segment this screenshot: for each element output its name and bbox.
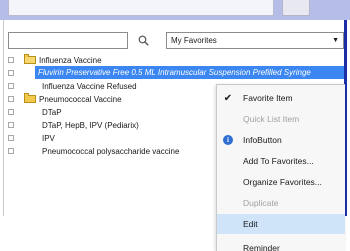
menu-item-duplicate[interactable]: Duplicate	[217, 193, 345, 213]
header-band	[0, 0, 350, 20]
chevron-down-icon: ▼	[332, 37, 339, 44]
tree-item-pneumo-polysaccharide[interactable]: Pneumococcal polysaccharide vaccine	[8, 145, 179, 157]
menu-item-add-to-favorites[interactable]: Add To Favorites...	[217, 151, 345, 171]
search-icon	[138, 35, 149, 46]
tree-row-checkbox-wrap	[8, 67, 24, 79]
top-button[interactable]	[282, 0, 310, 16]
menu-item-label: Add To Favorites...	[243, 156, 314, 166]
row-checkbox[interactable]	[8, 122, 14, 128]
tree-item-label: DTaP, HepB, IPV (Pediarix)	[42, 120, 139, 130]
row-checkbox[interactable]	[8, 70, 14, 76]
menu-item-quick-list-item[interactable]: Quick List Item	[217, 109, 345, 129]
row-checkbox[interactable]	[8, 96, 14, 102]
row-checkbox[interactable]	[8, 83, 14, 89]
tree-item-label: Influenza Vaccine	[39, 55, 102, 65]
tree-folder-influenza[interactable]: Influenza Vaccine	[8, 54, 102, 66]
menu-item-label: Edit	[243, 219, 258, 229]
tree-item-ipv[interactable]: IPV	[8, 132, 55, 144]
info-icon: i	[223, 135, 233, 145]
favorites-dropdown-value: My Favorites	[171, 36, 217, 45]
menu-item-label: Organize Favorites...	[243, 177, 322, 187]
menu-item-label: InfoButton	[243, 135, 282, 145]
menu-item-infobutton[interactable]: i InfoButton	[217, 130, 345, 150]
tree-item-label: Influenza Vaccine Refused	[42, 81, 137, 91]
tree-item-label: Pneumococcal Vaccine	[39, 94, 122, 104]
tree-item-dtap[interactable]: DTaP	[8, 106, 62, 118]
tree-item-label: DTaP	[42, 107, 62, 117]
search-button[interactable]	[131, 31, 156, 50]
tree-folder-pneumococcal[interactable]: Pneumococcal Vaccine	[8, 93, 122, 105]
panel-border-left	[3, 20, 4, 216]
favorites-dropdown[interactable]: My Favorites ▼	[166, 32, 344, 49]
folder-open-icon	[24, 54, 36, 64]
menu-item-favorite-item[interactable]: ✔ Favorite Item	[217, 88, 345, 108]
row-checkbox[interactable]	[8, 135, 14, 141]
tree-item-fluvirin-selected[interactable]: Fluvirin Preservative Free 0.5 ML Intram…	[35, 66, 344, 79]
menu-item-organize-favorites[interactable]: Organize Favorites...	[217, 172, 345, 192]
tree-item-label: Fluvirin Preservative Free 0.5 ML Intram…	[38, 68, 311, 77]
top-field[interactable]	[8, 0, 274, 16]
menu-item-label: Duplicate	[243, 198, 279, 208]
menu-item-label: Quick List Item	[243, 114, 300, 124]
row-checkbox[interactable]	[8, 109, 14, 115]
menu-item-label: Favorite Item	[243, 93, 293, 103]
check-icon: ✔	[223, 92, 233, 104]
menu-item-edit[interactable]: Edit	[217, 214, 345, 234]
row-checkbox[interactable]	[8, 57, 14, 63]
tree-item-pediarix[interactable]: DTaP, HepB, IPV (Pediarix)	[8, 119, 139, 131]
tree-item-influenza-refused[interactable]: Influenza Vaccine Refused	[8, 80, 137, 92]
row-checkbox[interactable]	[8, 148, 14, 154]
context-menu: ✔ Favorite Item Quick List Item i InfoBu…	[216, 84, 345, 251]
search-input[interactable]	[8, 32, 128, 49]
folder-icon	[24, 93, 36, 103]
tree-item-label: IPV	[42, 133, 55, 143]
tree-item-label: Pneumococcal polysaccharide vaccine	[42, 146, 180, 156]
